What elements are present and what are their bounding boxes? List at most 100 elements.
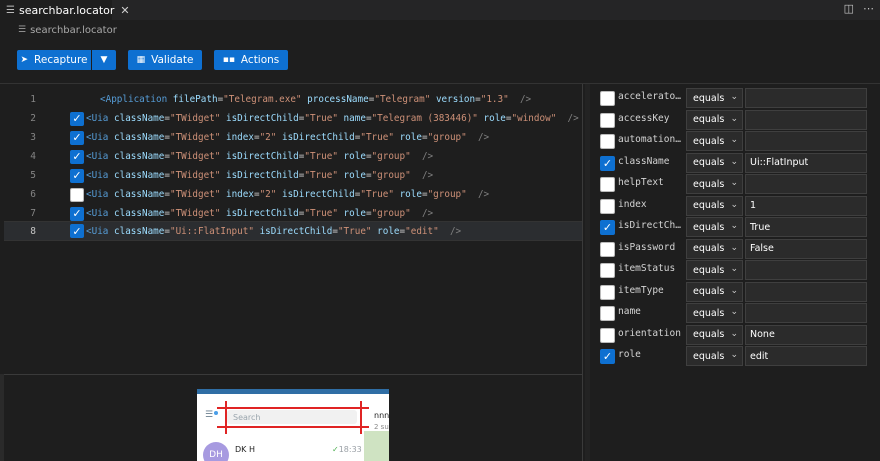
- operator-select[interactable]: equals ⌄: [686, 217, 743, 237]
- editor-line[interactable]: 8 ✓ <Uia className="Ui::FlatInput" isDirec…: [4, 221, 582, 241]
- xml-attribute-value: "Telegram.exe": [223, 94, 302, 105]
- operator-select[interactable]: equals ⌄: [686, 238, 743, 259]
- xml-attribute-value: "True": [304, 113, 338, 124]
- attribute-value-input[interactable]: [745, 174, 867, 194]
- attribute-value-input[interactable]: [745, 260, 867, 280]
- attribute-checkbox[interactable]: ✓: [600, 177, 615, 192]
- editor-line[interactable]: 5 ✓ <Uia className="TWidget" isDirectChild…: [4, 166, 582, 185]
- attribute-checkbox[interactable]: ✓: [600, 134, 615, 149]
- line-checkbox[interactable]: ✓: [70, 111, 84, 126]
- operator-value: equals: [693, 114, 725, 125]
- editor-line[interactable]: 1 <Application filePath="Telegram.exe" pr…: [4, 90, 582, 109]
- more-actions-icon[interactable]: ⋯: [863, 2, 874, 15]
- attribute-value-input[interactable]: [745, 109, 867, 130]
- attribute-value-input[interactable]: [745, 281, 867, 302]
- attribute-row: ✓itemType equals ⌄: [598, 281, 870, 302]
- operator-select[interactable]: equals ⌄: [686, 346, 743, 366]
- line-checkbox[interactable]: ✓: [70, 168, 84, 183]
- line-checkbox[interactable]: ✓: [70, 206, 84, 221]
- checkbox-slot: ✓: [36, 130, 84, 145]
- attribute-checkbox[interactable]: ✓: [600, 349, 615, 364]
- locator-editor[interactable]: 1 <Application filePath="Telegram.exe" pr…: [0, 84, 582, 374]
- attribute-checkbox[interactable]: ✓: [600, 155, 615, 171]
- grid-icon: ▪▪: [222, 55, 235, 65]
- attribute-name: accessKey: [618, 112, 670, 124]
- validate-button[interactable]: ▦ Validate: [128, 50, 202, 70]
- attribute-value-input[interactable]: None: [745, 324, 867, 345]
- attribute-value-input[interactable]: [745, 303, 867, 323]
- xml-attribute-value: "Telegram (383446)": [371, 113, 478, 124]
- attribute-value-input[interactable]: edit: [745, 346, 867, 366]
- operator-select[interactable]: equals ⌄: [686, 109, 743, 130]
- xml-attribute-value: "group": [371, 151, 411, 162]
- preview-search-field: Search: [227, 410, 357, 424]
- attribute-name: role: [618, 349, 641, 360]
- operator-select[interactable]: equals ⌄: [686, 281, 743, 302]
- validate-label: Validate: [151, 54, 194, 66]
- attribute-name: className: [618, 155, 670, 167]
- line-checkbox[interactable]: ✓: [70, 224, 84, 238]
- line-number: 3: [30, 132, 36, 143]
- xml-close: />: [477, 189, 490, 200]
- operator-value: equals: [693, 264, 725, 276]
- attribute-value-input[interactable]: [745, 88, 867, 108]
- xml-attribute-name: role: [343, 170, 366, 181]
- operator-select[interactable]: equals ⌄: [686, 131, 743, 151]
- attribute-checkbox[interactable]: ✓: [600, 198, 615, 214]
- attribute-value-input[interactable]: Ui::FlatInput: [745, 152, 867, 173]
- xml-tag: <Uia: [86, 189, 109, 200]
- chevron-down-icon: ⌄: [730, 221, 738, 231]
- operator-select[interactable]: equals ⌄: [686, 88, 743, 108]
- attribute-checkbox[interactable]: ✓: [600, 284, 615, 300]
- attribute-checkbox[interactable]: ✓: [600, 306, 615, 321]
- chevron-down-icon: ⌄: [730, 113, 738, 124]
- xml-attribute-value: "group": [427, 132, 467, 143]
- attribute-value-input[interactable]: 1: [745, 195, 867, 216]
- attribute-checkbox[interactable]: ✓: [600, 241, 615, 257]
- editor-line[interactable]: 3 ✓ <Uia className="TWidget" index="2" isD…: [4, 128, 582, 147]
- operator-select[interactable]: equals ⌄: [686, 195, 743, 216]
- line-checkbox[interactable]: ✓: [70, 149, 84, 164]
- attribute-checkbox[interactable]: ✓: [600, 327, 615, 343]
- recapture-button[interactable]: ➤ Recapture: [17, 50, 91, 70]
- xml-close: />: [449, 225, 462, 237]
- actions-button[interactable]: ▪▪ Actions: [214, 50, 288, 70]
- attribute-name: name: [618, 306, 641, 317]
- xml-close: />: [421, 208, 434, 219]
- xml-attribute-name: isDirectChild: [281, 132, 355, 143]
- breadcrumb-file[interactable]: searchbar.locator: [30, 25, 117, 36]
- editor-line[interactable]: 2 ✓ <Uia className="TWidget" isDirectChild…: [4, 109, 582, 128]
- tab-searchbar-locator[interactable]: ☰ searchbar.locator ✕: [0, 0, 130, 20]
- attribute-value-input[interactable]: [745, 131, 867, 151]
- editor-scrollbar[interactable]: [585, 84, 590, 461]
- line-checkbox[interactable]: ✓: [70, 130, 84, 145]
- operator-select[interactable]: equals ⌄: [686, 260, 743, 280]
- chevron-down-icon: ⌄: [730, 199, 738, 210]
- checkbox-slot: ✓: [36, 224, 84, 238]
- xml-attribute-name: filePath: [172, 94, 218, 105]
- attribute-value-input[interactable]: True: [745, 217, 867, 237]
- attribute-checkbox[interactable]: ✓: [600, 263, 615, 278]
- preview-chat-bubble: [364, 431, 389, 461]
- xml-attribute-name: className: [114, 113, 165, 124]
- editor-line[interactable]: 6 ✓<Uia className="TWidget" index="2" isD…: [4, 185, 582, 204]
- operator-value: equals: [693, 307, 725, 319]
- preview-screenshot: ☰ Search DH DK H ✓18:33 nnn 2 su: [197, 389, 389, 461]
- line-number: 8: [30, 225, 36, 237]
- operator-select[interactable]: equals ⌄: [686, 174, 743, 194]
- attribute-checkbox[interactable]: ✓: [600, 91, 615, 106]
- attribute-checkbox[interactable]: ✓: [600, 112, 615, 128]
- split-editor-icon[interactable]: ◫: [844, 2, 854, 15]
- attribute-value-input[interactable]: False: [745, 238, 867, 259]
- operator-select[interactable]: equals ⌄: [686, 324, 743, 345]
- line-checkbox[interactable]: ✓: [70, 187, 84, 202]
- operator-select[interactable]: equals ⌄: [686, 303, 743, 323]
- xml-attribute-value: "2": [259, 132, 277, 143]
- editor-line[interactable]: 4 ✓ <Uia className="TWidget" isDirectChild…: [4, 147, 582, 166]
- close-icon[interactable]: ✕: [120, 4, 129, 17]
- attribute-checkbox[interactable]: ✓: [600, 220, 615, 235]
- xml-attribute-name: isDirectChild: [259, 225, 333, 237]
- operator-select[interactable]: equals ⌄: [686, 152, 743, 173]
- recapture-dropdown-button[interactable]: ▼: [92, 50, 116, 70]
- panel-divider[interactable]: [582, 84, 583, 461]
